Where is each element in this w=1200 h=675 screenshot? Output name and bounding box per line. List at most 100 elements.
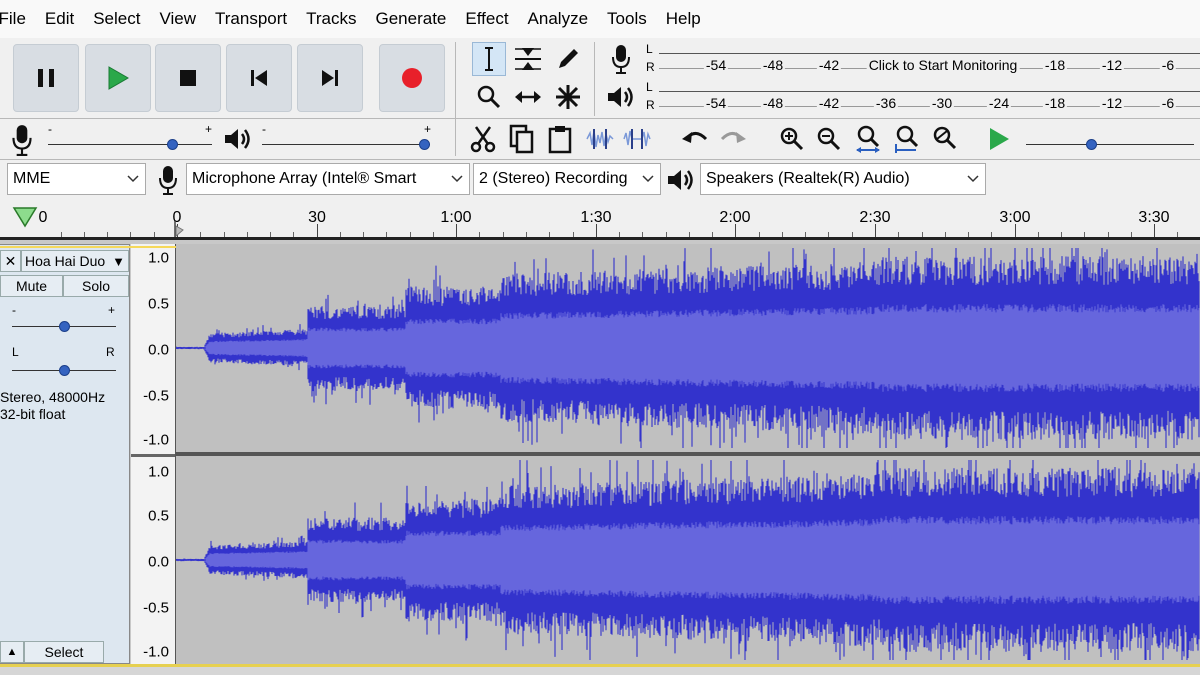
pan-slider[interactable] [12,361,116,377]
gain-slider[interactable] [12,317,116,333]
menu-analyze[interactable]: Analyze [518,9,597,29]
waveform-display[interactable] [176,244,1200,664]
draw-tool-button[interactable] [551,42,585,76]
meter-tick: -24 [986,95,1012,111]
playback-device-select[interactable]: Speakers (Realtek(R) Audio) [700,163,986,195]
multi-tool-button[interactable] [551,80,585,114]
vertical-ruler-label: 1.0 [148,463,169,481]
slider-thumb[interactable] [167,139,179,150]
envelope-tool-button[interactable] [511,42,545,76]
zoom-in-button[interactable] [775,122,809,156]
pan-right-label: R [106,345,115,359]
record-meter-button[interactable] [604,42,638,76]
selection-marker [0,246,176,248]
slider-thumb[interactable] [58,321,70,332]
recording-device-select[interactable]: Microphone Array (Intel® Smart [186,163,470,195]
undo-icon [682,132,708,143]
recording-device-value: Microphone Array (Intel® Smart [192,170,417,187]
recording-volume-icon [12,125,32,156]
playback-meter[interactable]: -54 -48 -42 -36 -30 -24 -18 -12 -6 [659,81,1200,115]
slider-track [48,144,212,145]
playback-volume-slider[interactable] [262,134,430,150]
paste-icon [548,126,572,154]
time-shift-tool-button[interactable] [511,80,545,114]
timeline-label: 30 [308,209,326,226]
copy-button[interactable] [505,122,539,156]
chevron-down-icon [642,175,654,183]
pinned-play-head-icon[interactable] [12,206,38,228]
zoom-tool-button[interactable] [472,80,506,114]
right-channel-waveform[interactable] [176,456,1200,664]
track-name-menu[interactable]: Hoa Hai Duo ▼ [21,250,129,272]
slider-thumb[interactable] [1085,139,1097,150]
slider-thumb[interactable] [419,139,430,150]
pause-button[interactable] [13,44,79,112]
play-button[interactable] [85,44,151,112]
close-icon: ✕ [4,252,17,269]
menu-edit[interactable]: Edit [35,9,83,29]
track-area: ✕ Hoa Hai Duo ▼ Mute Solo - + L R Stereo… [0,240,1200,675]
fit-project-icon [895,125,919,153]
skip-to-start-icon [251,70,267,86]
redo-button[interactable] [716,122,750,156]
vertical-ruler-label: 1.0 [148,249,169,267]
menu-tools[interactable]: Tools [598,9,657,29]
trim-audio-button[interactable] [583,122,617,156]
menu-transport[interactable]: Transport [206,9,297,29]
timeline-label: 3:30 [1138,209,1170,226]
zoom-out-button[interactable] [812,122,846,156]
playback-meter-button[interactable] [604,80,638,114]
menu-help[interactable]: Help [656,9,710,29]
cut-button[interactable] [466,122,500,156]
mute-button[interactable]: Mute [0,275,63,297]
meter-tick: -12 [1099,95,1125,111]
record-meter[interactable]: -54 -48 -42 Click to Start Monitoring -1… [659,43,1200,77]
copy-icon [509,124,534,154]
select-track-label: Select [44,644,84,660]
timeline-ruler[interactable]: 0 0 30 1:00 1:30 2:00 2:30 3:00 3:30 [0,200,1200,240]
toolbar-area: L R -54 -48 -42 Click to Start Monitorin… [0,38,1200,160]
solo-label: Solo [81,278,111,294]
microphone-icon [159,166,177,195]
playback-meter-channel-left: L [646,80,653,94]
meter-tick: -18 [1042,95,1068,111]
solo-button[interactable]: Solo [63,275,129,297]
vertical-ruler-label: 0.5 [148,295,169,313]
menu-tracks[interactable]: Tracks [297,9,366,29]
paste-button[interactable] [543,122,577,156]
collapse-icon: ▲ [6,646,18,658]
playback-device-value: Speakers (Realtek(R) Audio) [706,170,910,187]
fit-selection-button[interactable] [851,122,885,156]
timeline-label: 0 [38,209,48,226]
audio-host-select[interactable]: MME [7,163,146,195]
vertical-ruler-label: -1.0 [143,643,169,661]
menu-file[interactable]: File [0,9,35,29]
slider-track [1026,144,1194,145]
audacity-window: File Edit Select View Transport Tracks G… [0,0,1200,675]
zoom-toggle-button[interactable] [927,122,961,156]
skip-to-start-button[interactable] [226,44,292,112]
menu-generate[interactable]: Generate [366,9,456,29]
audio-host-value: MME [13,170,51,187]
left-channel-waveform[interactable] [176,244,1200,452]
silence-audio-button[interactable] [620,122,654,156]
undo-button[interactable] [678,122,712,156]
collapse-track-button[interactable]: ▲ [0,641,24,663]
recording-channels-select[interactable]: 2 (Stereo) Recording [473,163,661,195]
fit-project-button[interactable] [889,122,923,156]
select-track-button[interactable]: Select [24,641,104,663]
recording-volume-slider[interactable] [48,134,212,150]
record-button[interactable] [379,44,445,112]
play-at-speed-button[interactable] [982,122,1016,156]
stop-button[interactable] [155,44,221,112]
stop-icon [180,70,196,86]
selection-tool-button[interactable] [472,42,506,76]
play-at-speed-slider[interactable] [1026,134,1194,150]
close-track-button[interactable]: ✕ [0,250,21,272]
menu-effect[interactable]: Effect [456,9,518,29]
skip-to-end-button[interactable] [297,44,363,112]
slider-thumb[interactable] [58,365,70,376]
start-monitoring-label[interactable]: Click to Start Monitoring [866,57,1020,73]
menu-view[interactable]: View [150,9,206,29]
menu-select[interactable]: Select [84,9,150,29]
